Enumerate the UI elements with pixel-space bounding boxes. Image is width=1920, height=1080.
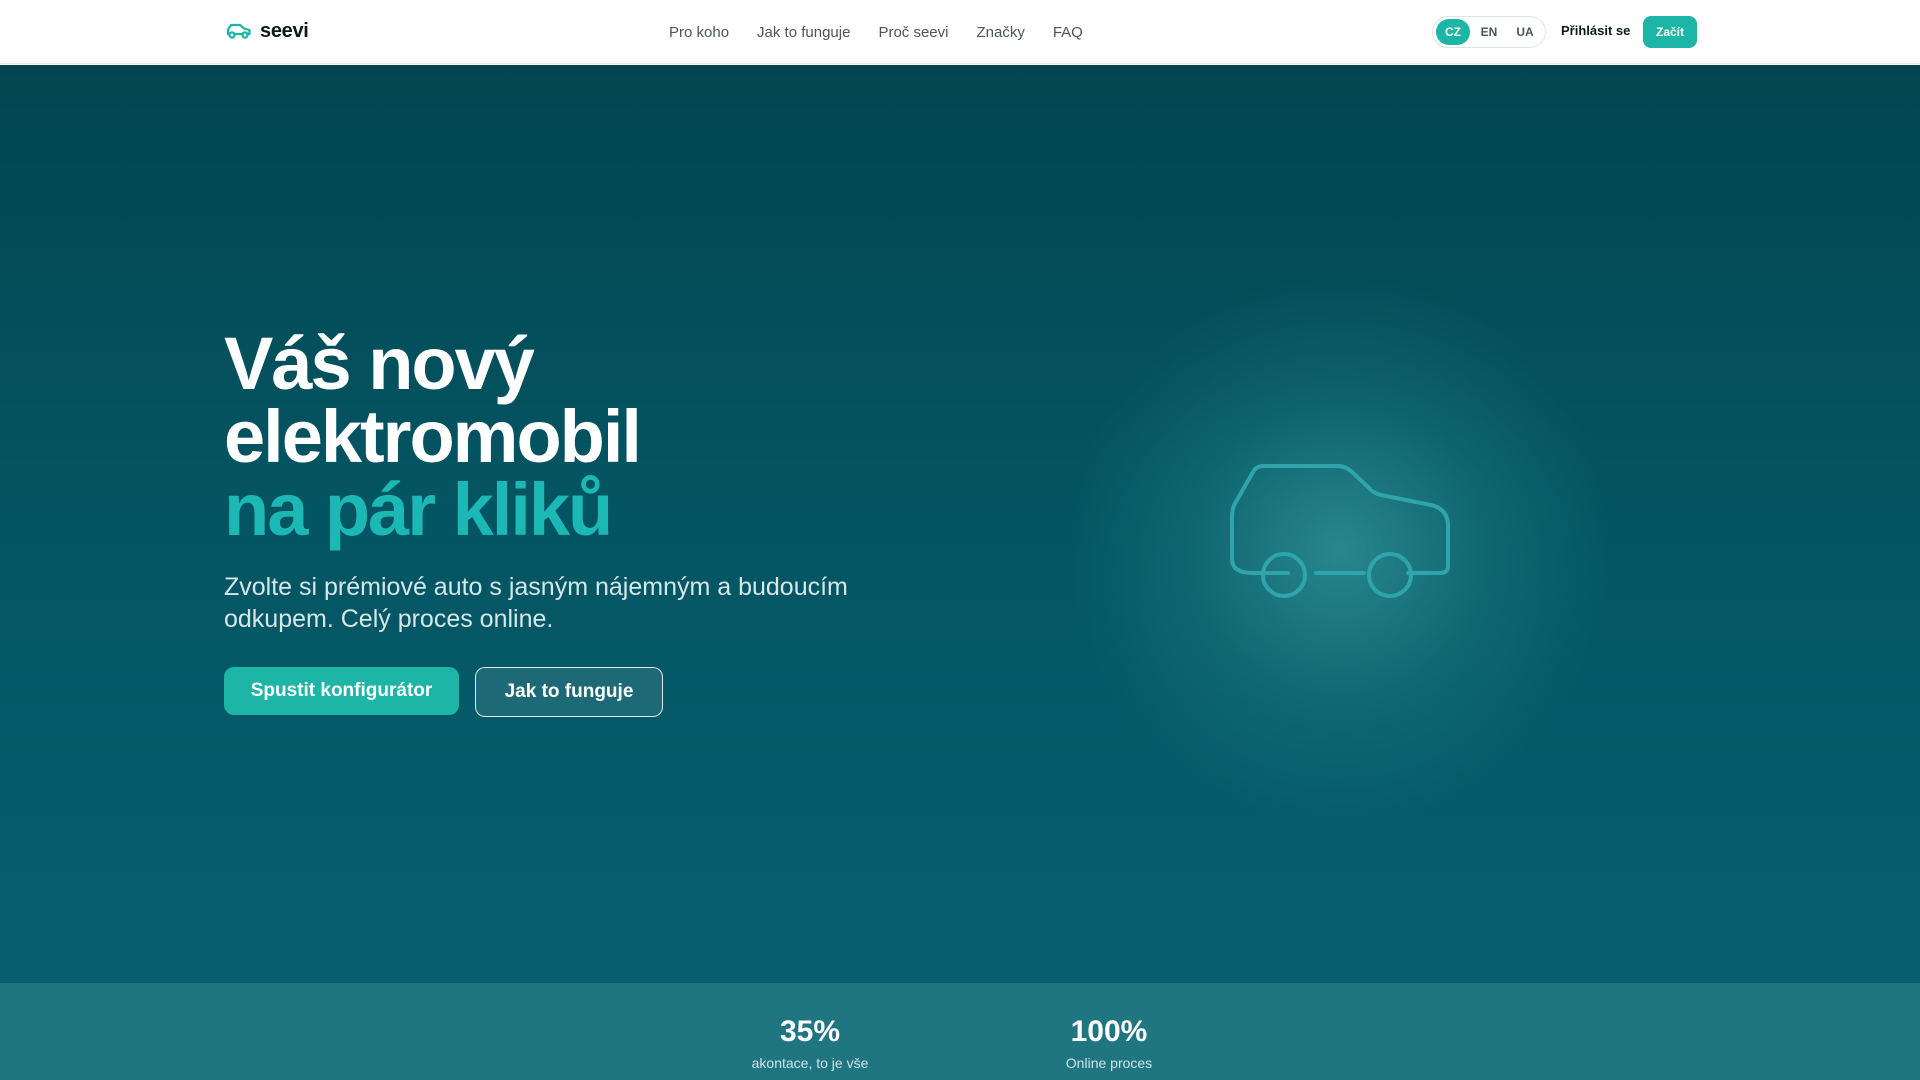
hero-title-accent: na pár kliků bbox=[224, 468, 613, 551]
stat-item-online: 100% Online proces bbox=[999, 983, 1219, 1071]
main-menu: Pro koho Jak to funguje Proč seevi Značk… bbox=[669, 0, 1083, 64]
stat-item-downpayment: 35% akontace, to je vše bbox=[700, 983, 920, 1071]
brand-name: seevi bbox=[260, 19, 309, 42]
login-link[interactable]: Přihlásit se bbox=[1561, 23, 1630, 38]
nav-link-znacky[interactable]: Značky bbox=[976, 24, 1024, 41]
stat-value: 100% bbox=[1070, 1015, 1148, 1048]
top-navbar: seevi Pro koho Jak to funguje Proč seevi… bbox=[0, 0, 1920, 64]
hero-section: Váš nový elektromobil na pár kliků Zvolt… bbox=[0, 65, 1920, 983]
language-option-en[interactable]: EN bbox=[1472, 19, 1506, 45]
stat-label: Online proces bbox=[1065, 1055, 1153, 1071]
stats-bar: 35% akontace, to je vše 100% Online proc… bbox=[0, 983, 1920, 1080]
language-option-cz[interactable]: CZ bbox=[1436, 19, 1470, 45]
nav-link-faq[interactable]: FAQ bbox=[1053, 24, 1083, 41]
stat-value: 35% bbox=[779, 1015, 841, 1048]
start-button[interactable]: Začít bbox=[1643, 16, 1697, 48]
language-option-ua[interactable]: UA bbox=[1508, 19, 1542, 45]
car-outline-icon bbox=[1230, 464, 1450, 598]
how-it-works-button[interactable]: Jak to funguje bbox=[475, 667, 663, 717]
hero-title-line-2: elektromobil bbox=[224, 395, 642, 478]
stat-label: akontace, to je vše bbox=[751, 1055, 869, 1071]
nav-link-proc-seevi[interactable]: Proč seevi bbox=[878, 24, 948, 41]
brand-logo[interactable]: seevi bbox=[226, 18, 309, 44]
nav-link-jak-to-funguje[interactable]: Jak to funguje bbox=[757, 24, 850, 41]
hero-title-line-1: Váš nový bbox=[224, 322, 535, 405]
car-icon bbox=[226, 18, 252, 44]
start-configurator-button[interactable]: Spustit konfigurátor bbox=[224, 667, 459, 715]
language-switcher: CZ EN UA bbox=[1432, 16, 1546, 48]
hero-title: Váš nový elektromobil na pár kliků bbox=[224, 322, 984, 551]
hero-subtitle: Zvolte si prémiové auto s jasným nájemný… bbox=[224, 573, 848, 633]
nav-link-pro-koho[interactable]: Pro koho bbox=[669, 24, 729, 41]
